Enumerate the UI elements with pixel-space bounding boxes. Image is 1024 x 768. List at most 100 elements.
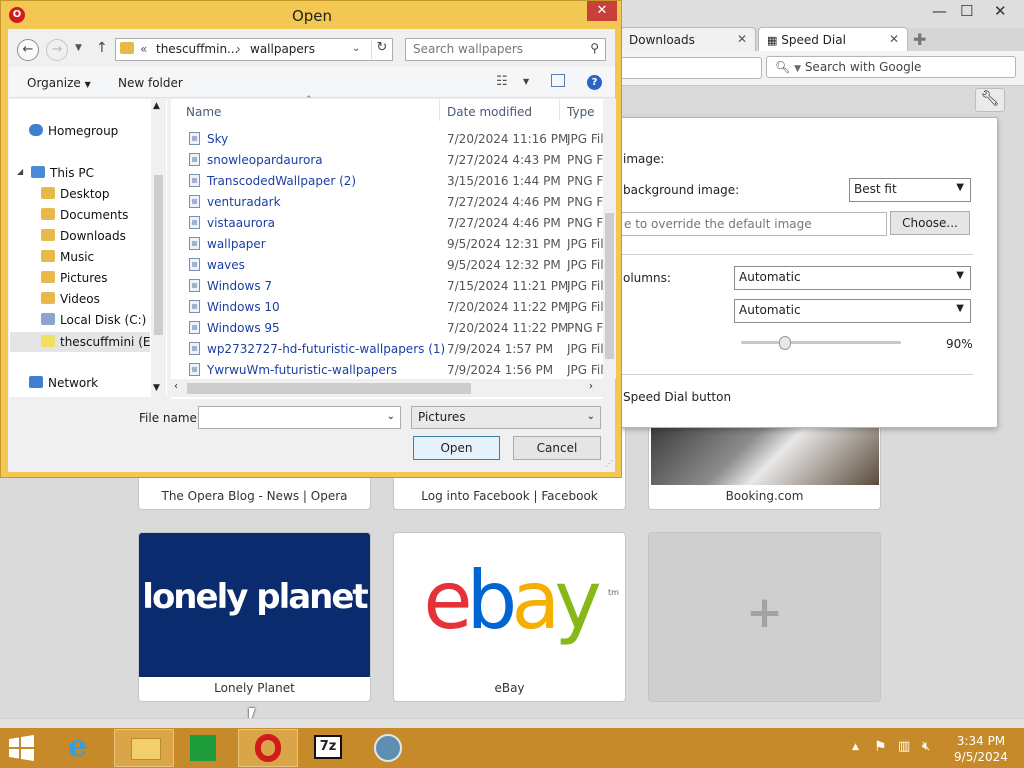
taskbar-file-explorer[interactable]	[114, 729, 174, 767]
zoom-slider-track[interactable]	[741, 341, 901, 344]
recent-locations-icon[interactable]: ▼	[75, 43, 82, 53]
tab-downloads[interactable]: Downloads ✕	[620, 27, 756, 51]
dialog-close-button[interactable]: ✕	[587, 1, 617, 21]
file-row[interactable]: Windows 10 7/20/2024 11:22 PMJPG File	[171, 297, 603, 318]
speed-dial-tile-booking[interactable]: Booking.com	[648, 420, 881, 510]
nav-item-music[interactable]: Music	[41, 250, 94, 264]
wrench-icon[interactable]: 🔧︎	[975, 88, 1005, 112]
nav-item-documents[interactable]: Documents	[41, 208, 128, 222]
column-header-type[interactable]: Type	[567, 105, 595, 119]
file-row[interactable]: YwrwuWm-futuristic-wallpapers 7/9/2024 1:…	[171, 360, 603, 381]
file-list: Name ⌃ Date modified Type Sky 7/20/2024 1…	[171, 95, 603, 399]
organize-button[interactable]: Organize ▼	[27, 76, 91, 90]
file-row[interactable]: wp2732727-hd-futuristic-wallpapers (1) 7/…	[171, 339, 603, 360]
help-icon[interactable]: ?	[587, 75, 602, 90]
speed-dial-tile-ebay[interactable]: ebay ebay tm eBay	[393, 532, 626, 702]
nav-scrollbar[interactable]: ▲ ▼	[151, 99, 166, 397]
address-bar[interactable]	[620, 57, 762, 79]
zoom-value: 90%	[946, 337, 973, 351]
speed-dial-tile-lonely-planet[interactable]: lonely planet Lonely Planet	[138, 532, 371, 702]
chevron-down-icon[interactable]: ▼	[523, 77, 529, 86]
chevron-down-icon[interactable]: ⌄	[352, 43, 360, 54]
file-row[interactable]: Windows 95 7/20/2024 11:22 PMPNG File	[171, 318, 603, 339]
column-header-date[interactable]: Date modified	[447, 105, 532, 119]
nav-item-label: Pictures	[60, 271, 108, 285]
file-row[interactable]: vistaaurora 7/27/2024 4:46 PM PNG File	[171, 213, 603, 234]
taskbar-opera[interactable]	[238, 729, 298, 767]
column-header-name[interactable]: Name	[186, 105, 221, 119]
file-row[interactable]: TranscodedWallpaper (2) 3/15/2016 1:44 PM…	[171, 171, 603, 192]
show-hidden-icons-icon[interactable]: ▲	[852, 742, 859, 752]
scroll-right-icon[interactable]: ›	[589, 381, 593, 392]
refresh-icon[interactable]: ↻	[371, 40, 392, 59]
background-fit-select[interactable]: Best fit ▼	[849, 178, 971, 202]
system-clock[interactable]: 3:34 PM 9/5/2024	[948, 733, 1014, 765]
breadcrumb-root[interactable]: «	[140, 42, 147, 56]
start-button[interactable]	[6, 729, 42, 767]
scroll-down-icon[interactable]: ▼	[153, 383, 160, 393]
volume-muted-icon[interactable]: 🔇︎	[922, 739, 930, 754]
network-status-icon[interactable]: ▥	[898, 739, 910, 754]
new-tab-icon[interactable]: ✚	[913, 30, 926, 49]
breadcrumb[interactable]: « thescuffmin... › wallpapers ⌄ ↻	[115, 38, 393, 61]
close-tab-icon[interactable]: ✕	[737, 32, 747, 46]
cancel-button[interactable]: Cancel	[513, 436, 601, 460]
zoom-slider-thumb[interactable]	[778, 336, 791, 350]
file-name-input[interactable]: ⌄	[198, 406, 401, 429]
action-center-flag-icon[interactable]: ⚑	[874, 739, 887, 755]
choose-image-button[interactable]: Choose...	[890, 211, 970, 235]
breadcrumb-parent[interactable]: thescuffmin...	[156, 42, 239, 56]
view-options-icon[interactable]: ☷	[496, 74, 508, 89]
nav-item-homegroup[interactable]: Homegroup	[29, 124, 118, 138]
override-image-input[interactable]: e to override the default image	[611, 212, 887, 236]
open-button[interactable]: Open	[413, 436, 500, 460]
file-type-filter-select[interactable]: Pictures ⌄	[411, 406, 601, 429]
nav-item-usb-drive[interactable]: thescuffmini (E:)	[41, 335, 159, 349]
chevron-down-icon[interactable]: ⌄	[387, 411, 395, 422]
preview-pane-icon[interactable]	[551, 74, 565, 87]
close-window-button[interactable]: ✕	[994, 2, 1007, 20]
nav-item-local-disk[interactable]: Local Disk (C:)	[41, 313, 146, 327]
breadcrumb-current[interactable]: wallpapers	[250, 42, 315, 56]
scroll-left-icon[interactable]: ‹	[174, 381, 178, 392]
file-row[interactable]: wallpaper 9/5/2024 12:31 PM JPG File	[171, 234, 603, 255]
file-list-scrollbar[interactable]	[603, 99, 616, 379]
nav-scrollbar-thumb[interactable]	[154, 175, 163, 335]
resize-grip-icon[interactable]: ⋰	[605, 459, 613, 468]
add-speed-dial-button[interactable]: +	[648, 532, 881, 702]
taskbar-internet-explorer[interactable]: e	[60, 729, 108, 767]
file-row[interactable]: snowleopardaurora 7/27/2024 4:43 PM PNG Fi…	[171, 150, 603, 171]
new-folder-button[interactable]: New folder	[118, 76, 183, 90]
columns-select[interactable]: Automatic ▼	[734, 266, 971, 290]
scroll-up-icon[interactable]: ▲	[153, 101, 160, 111]
search-engine-dropdown-icon[interactable]: ▼	[794, 64, 801, 74]
forward-button[interactable]: →	[46, 39, 68, 61]
file-row[interactable]: waves 9/5/2024 12:32 PM JPG File	[171, 255, 603, 276]
minimize-button[interactable]: —	[932, 2, 947, 20]
search-wallpapers-input[interactable]: Search wallpapers ⚲	[405, 38, 606, 61]
back-button[interactable]: ←	[17, 39, 39, 61]
nav-item-videos[interactable]: Videos	[41, 292, 100, 306]
file-row[interactable]: venturadark 7/27/2024 4:46 PM PNG File	[171, 192, 603, 213]
web-search-input[interactable]: 🔍︎ ▼ Search with Google	[766, 56, 1016, 78]
tab-speed-dial[interactable]: ▦ Speed Dial ✕	[758, 27, 908, 51]
rows-select[interactable]: Automatic ▼	[734, 299, 971, 323]
file-scrollbar-thumb[interactable]	[605, 213, 614, 359]
maximize-button[interactable]: ☐	[960, 2, 973, 20]
file-list-hscrollbar[interactable]: ‹ ›	[171, 379, 603, 397]
expand-arrow-icon[interactable]: ◢	[17, 167, 23, 176]
nav-item-network[interactable]: Network	[29, 376, 98, 390]
file-row[interactable]: Sky 7/20/2024 11:16 PMJPG File	[171, 129, 603, 150]
up-arrow-icon[interactable]: ↑	[96, 40, 108, 56]
taskbar-store[interactable]	[180, 729, 230, 767]
taskbar-7zip[interactable]: 7z	[304, 729, 354, 767]
file-row[interactable]: Windows 7 7/15/2024 11:21 PMJPG File	[171, 276, 603, 297]
nav-item-this-pc[interactable]: This PC	[31, 166, 94, 180]
hscrollbar-thumb[interactable]	[187, 383, 471, 394]
nav-item-desktop[interactable]: Desktop	[41, 187, 110, 201]
image-file-icon	[189, 153, 200, 166]
nav-item-pictures[interactable]: Pictures	[41, 271, 108, 285]
taskbar-app[interactable]	[362, 729, 418, 767]
close-tab-icon[interactable]: ✕	[889, 32, 899, 46]
nav-item-downloads[interactable]: Downloads	[41, 229, 126, 243]
